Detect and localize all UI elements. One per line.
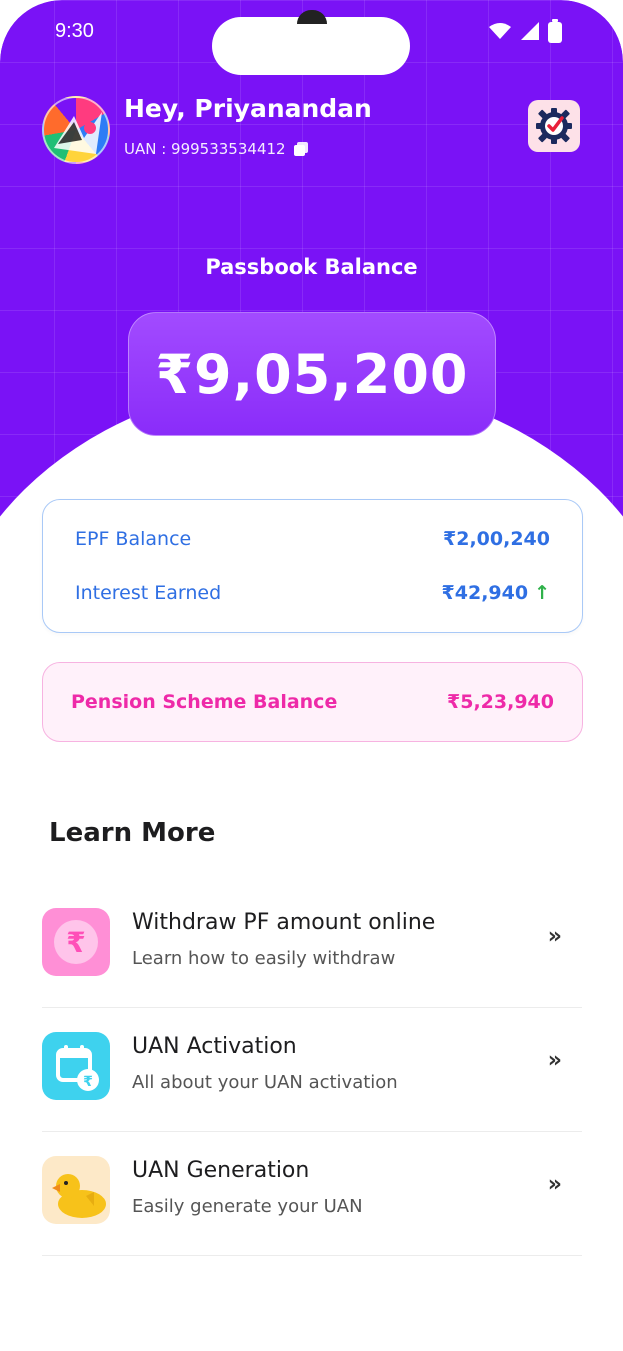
uan-number: UAN : 999533534412 [124, 140, 286, 158]
epf-summary-card[interactable]: EPF Balance ₹2,00,240 Interest Earned ₹4… [42, 499, 583, 633]
pension-scheme-label: Pension Scheme Balance [71, 691, 338, 713]
gear-check-icon [536, 108, 572, 144]
interest-earned-row: Interest Earned ₹42,940 ↑ [75, 582, 550, 604]
list-item-subtitle: All about your UAN activation [132, 1072, 398, 1093]
chevron-double-right-icon: » [547, 1048, 562, 1073]
verified-badge-button[interactable] [528, 100, 580, 152]
interest-earned-label: Interest Earned [75, 582, 222, 604]
avatar[interactable] [42, 96, 110, 164]
battery-icon [548, 19, 562, 43]
status-time: 9:30 [55, 20, 94, 42]
list-item-withdraw-pf[interactable]: ₹ Withdraw PF amount online Learn how to… [42, 884, 582, 1008]
list-item-title: Withdraw PF amount online [132, 910, 436, 935]
list-item-title: UAN Activation [132, 1034, 297, 1059]
arrow-up-icon: ↑ [534, 582, 550, 604]
learn-more-heading: Learn More [49, 818, 216, 848]
list-item-subtitle: Easily generate your UAN [132, 1196, 363, 1217]
uan-row: UAN : 999533534412 [124, 140, 308, 158]
duck-icon [42, 1156, 110, 1224]
phone-screen: 9:30 Hey, Priyanandan UAN : 999533534412 [0, 0, 623, 1351]
chevron-double-right-icon: » [547, 924, 562, 949]
rupee-icon: ₹ [42, 908, 110, 976]
passbook-balance-value: ₹9,05,200 [155, 342, 469, 406]
pension-scheme-value: ₹5,23,940 [447, 691, 554, 713]
passbook-balance-card: ₹9,05,200 [128, 312, 496, 436]
status-icons [488, 19, 562, 43]
copy-icon[interactable] [293, 142, 308, 156]
epf-balance-row: EPF Balance ₹2,00,240 [75, 528, 550, 550]
chevron-double-right-icon: » [547, 1172, 562, 1197]
passbook-balance-label: Passbook Balance [205, 255, 418, 279]
svg-text:₹: ₹ [66, 926, 85, 959]
svg-text:₹: ₹ [83, 1074, 93, 1090]
interest-earned-value-group: ₹42,940 ↑ [442, 582, 550, 604]
list-item-title: UAN Generation [132, 1158, 310, 1183]
epf-balance-value: ₹2,00,240 [443, 528, 550, 550]
pension-scheme-card[interactable]: Pension Scheme Balance ₹5,23,940 [42, 662, 583, 742]
greeting-text: Hey, Priyanandan [124, 94, 372, 123]
epf-balance-label: EPF Balance [75, 528, 192, 550]
interest-earned-value: ₹42,940 [441, 582, 529, 604]
list-item-subtitle: Learn how to easily withdraw [132, 948, 396, 969]
list-item-uan-generation[interactable]: UAN Generation Easily generate your UAN … [42, 1132, 582, 1256]
calendar-rupee-icon: ₹ [42, 1032, 110, 1100]
wifi-icon [489, 23, 511, 39]
list-item-uan-activation[interactable]: ₹ UAN Activation All about your UAN acti… [42, 1008, 582, 1132]
signal-icon [521, 22, 539, 40]
dynamic-island [212, 17, 410, 75]
